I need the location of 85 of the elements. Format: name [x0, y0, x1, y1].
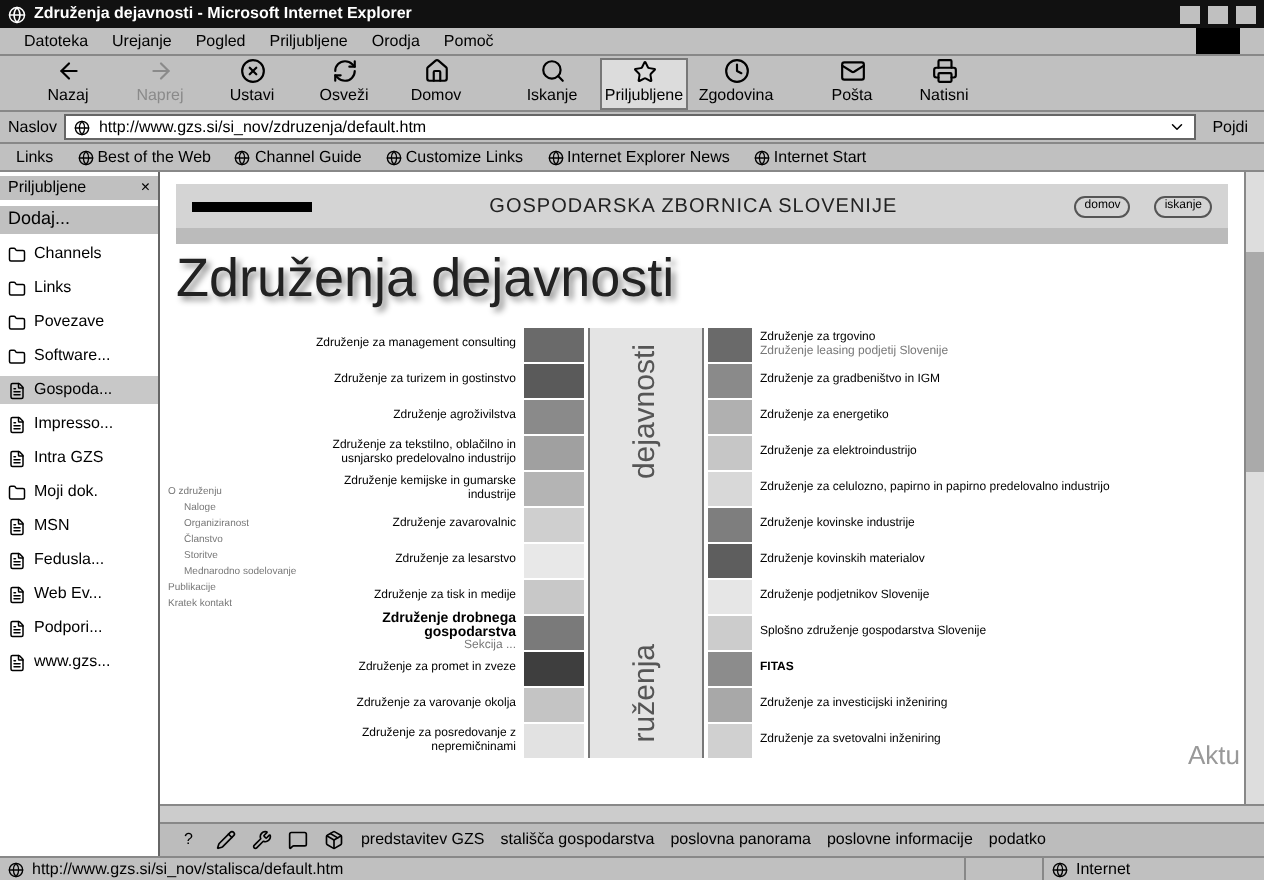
- help-button[interactable]: ?: [176, 828, 201, 852]
- favorite-item[interactable]: Fedusla...: [0, 546, 158, 574]
- go-button[interactable]: Pojdi: [1204, 115, 1256, 139]
- logo-tile: [1196, 28, 1240, 54]
- window-title: Združenja dejavnosti - Microsoft Internet Explorer: [34, 2, 414, 26]
- nav-link[interactable]: stališča gospodarstva: [500, 828, 655, 852]
- link-item[interactable]: Best of the Web: [77, 145, 211, 169]
- browser-icon: [8, 5, 26, 23]
- home-icon: [423, 58, 449, 84]
- toolbar-button[interactable]: Priljubljene: [600, 57, 688, 109]
- add-favorite-button[interactable]: Dodaj...: [0, 206, 158, 234]
- pencil-icon[interactable]: [216, 830, 237, 850]
- banner-title: GOSPODARSKA ZBORNICA SLOVENIJE: [487, 193, 900, 221]
- toolbar-button[interactable]: Natisni: [900, 57, 988, 109]
- nav-link[interactable]: poslovna panorama: [670, 828, 811, 852]
- folder-icon: [8, 245, 26, 263]
- tab-label: dejavnosti: [625, 344, 664, 480]
- nav-link[interactable]: predstavitev GZS: [360, 828, 485, 852]
- star-icon: [631, 59, 657, 83]
- favorite-item[interactable]: Intra GZS: [0, 444, 158, 472]
- status-zone: Internet: [1076, 857, 1133, 880]
- favorite-item[interactable]: Moji dok.: [0, 478, 158, 506]
- page-heading: Združenja dejavnosti: [174, 246, 677, 312]
- folder-icon: [8, 347, 26, 365]
- message-icon[interactable]: [288, 830, 309, 850]
- vertical-scrollbar[interactable]: [1244, 172, 1264, 804]
- menu-item[interactable]: Datoteka: [24, 29, 89, 53]
- link-item[interactable]: Internet Explorer News: [547, 145, 730, 169]
- favorite-item[interactable]: Gospoda...: [0, 376, 158, 404]
- favorite-item[interactable]: Links: [0, 274, 158, 302]
- globe-icon: [1052, 861, 1068, 877]
- folder-icon: [8, 483, 26, 501]
- favorite-item[interactable]: Web Ev...: [0, 580, 158, 608]
- horizontal-scrollbar[interactable]: [160, 804, 1264, 824]
- pane-title: Priljubljene: [8, 176, 87, 200]
- menu-item[interactable]: Urejanje: [112, 29, 172, 53]
- menu-item[interactable]: Pogled: [195, 29, 246, 53]
- mail-icon: [839, 58, 865, 84]
- search-icon: [539, 58, 565, 84]
- horizontal-scrollbar[interactable]: [176, 228, 1228, 244]
- menu-item[interactable]: Pomoč: [443, 29, 494, 53]
- package-icon[interactable]: [324, 830, 345, 850]
- nav-link[interactable]: poslovne informacije: [826, 828, 973, 852]
- address-label: Naslov: [8, 115, 57, 139]
- link-item[interactable]: Customize Links: [385, 145, 524, 169]
- scroll-thumb[interactable]: [1246, 252, 1264, 472]
- address-value: http://www.gzs.si/si_nov/zdruzenja/default.htm: [98, 115, 427, 139]
- back-icon: [55, 58, 81, 84]
- close-button[interactable]: ×: [140, 176, 150, 200]
- close-button[interactable]: [1236, 5, 1256, 23]
- toolbar-button[interactable]: Domov: [392, 57, 480, 109]
- folder-icon: [8, 279, 26, 297]
- toolbar-button[interactable]: Zgodovina: [692, 57, 780, 109]
- favorite-item[interactable]: Povezave: [0, 308, 158, 336]
- menu-item[interactable]: Orodja: [371, 29, 420, 53]
- status-url: http://www.gzs.si/si_nov/stalisca/default.htm: [32, 857, 346, 880]
- refresh-icon: [331, 58, 357, 84]
- forward-icon: [147, 58, 173, 84]
- dropdown-icon[interactable]: [1168, 118, 1187, 136]
- printer-icon: [931, 58, 957, 84]
- link-item[interactable]: Channel Guide: [234, 145, 362, 169]
- links-label: Links: [16, 145, 54, 169]
- tab-label: ruženja: [625, 643, 664, 742]
- toolbar-button[interactable]: Pošta: [808, 57, 896, 109]
- favorite-item[interactable]: Software...: [0, 342, 158, 370]
- favorite-item[interactable]: Podpori...: [0, 614, 158, 642]
- favorite-item[interactable]: www.gzs...: [0, 648, 158, 676]
- favorite-item[interactable]: Impresso...: [0, 410, 158, 438]
- toolbar-button[interactable]: Iskanje: [508, 57, 596, 109]
- logo-bar: [192, 201, 312, 211]
- toolbar-button[interactable]: Osveži: [300, 57, 388, 109]
- link-item[interactable]: Internet Start: [753, 145, 867, 169]
- menu-item[interactable]: Priljubljene: [269, 29, 348, 53]
- folder-icon: [8, 313, 26, 331]
- wrench-icon[interactable]: [252, 830, 273, 850]
- nav-link[interactable]: podatko: [988, 828, 1046, 852]
- toolbar-button[interactable]: Ustavi: [208, 57, 296, 109]
- toolbar-button[interactable]: Nazaj: [24, 57, 112, 109]
- maximize-button[interactable]: [1208, 5, 1228, 23]
- address-field[interactable]: http://www.gzs.si/si_nov/zdruzenja/default.htm: [64, 114, 1197, 140]
- minimize-button[interactable]: [1180, 5, 1200, 23]
- favorite-item[interactable]: Channels: [0, 240, 158, 268]
- stop-icon: [239, 58, 265, 84]
- favorite-item[interactable]: MSN: [0, 512, 158, 540]
- clock-icon: [723, 58, 749, 84]
